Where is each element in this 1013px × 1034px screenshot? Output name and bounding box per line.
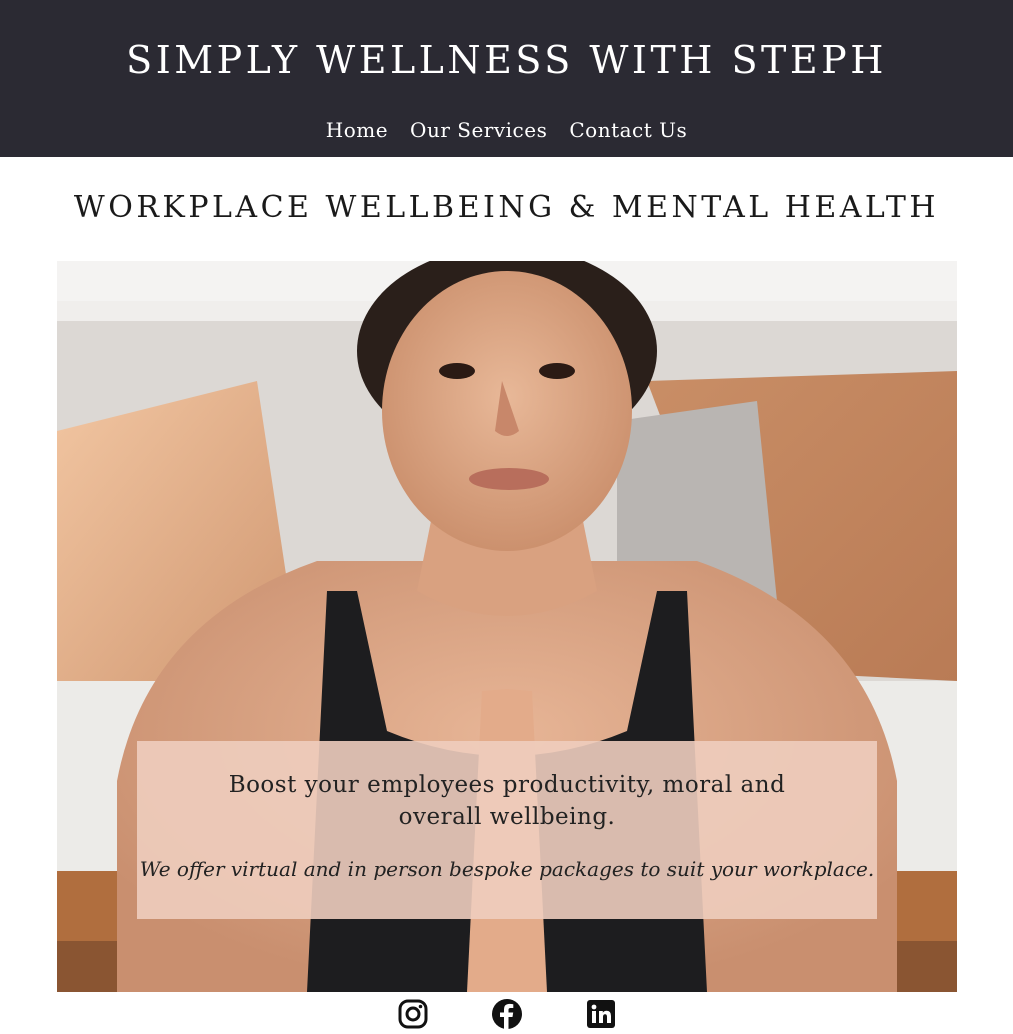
social-links [0, 998, 1013, 1034]
linkedin-icon[interactable] [585, 998, 617, 1030]
facebook-icon[interactable] [491, 998, 523, 1030]
main-nav: Home Our Services Contact Us [0, 118, 1013, 142]
nav-home-link[interactable]: Home [326, 118, 388, 142]
page-heading: WORKPLACE WELLBEING & MENTAL HEALTH [73, 190, 940, 225]
nav-services-link[interactable]: Our Services [410, 118, 547, 142]
nav-contact-link[interactable]: Contact Us [569, 118, 687, 142]
hero-section: Boost your employees productivity, moral… [57, 261, 957, 992]
site-title[interactable]: SIMPLY WELLNESS WITH STEPH [0, 38, 1013, 82]
hero-tagline: Boost your employees productivity, moral… [228, 772, 786, 830]
hero-overlay-card: Boost your employees productivity, moral… [137, 741, 877, 919]
hero-subtext: We offer virtual and in person bespoke p… [139, 857, 875, 881]
instagram-icon[interactable] [397, 998, 429, 1030]
site-header: SIMPLY WELLNESS WITH STEPH Home Our Serv… [0, 0, 1013, 157]
